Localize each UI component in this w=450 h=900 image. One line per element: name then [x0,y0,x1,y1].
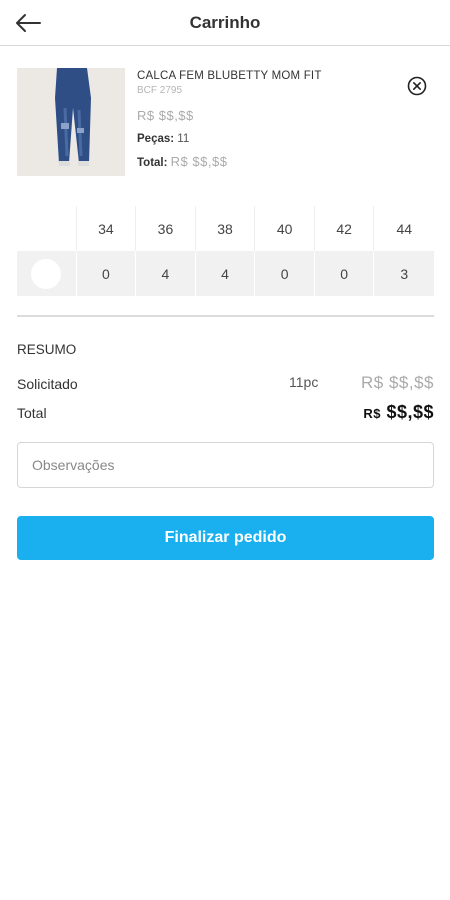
item-total-label: Total: [137,157,168,169]
close-circle-icon[interactable] [407,76,427,96]
requested-value: R$ $$,$$ [361,373,434,392]
color-cell [17,251,77,296]
size-header: 40 [255,206,315,251]
page-title: Carrinho [189,13,261,32]
product-total: Total: R$ $$,$$ [137,154,397,169]
summary-total-row: Total R$ $$,$$ [17,402,434,425]
total-value: $$,$$ [386,402,434,422]
summary-title: RESUMO [17,342,77,357]
product-info: CALCA FEM BLUBETTY MOM FIT BCF 2795 R$ $… [137,68,397,169]
size-header: 36 [136,206,196,251]
product-price: R$ $$,$$ [137,108,194,123]
product-quantity: Peças: 11 [137,133,397,145]
summary-requested-row: Solicitado 11pc R$ $$,$$ [17,373,434,394]
size-grid: 34 36 38 40 42 44 0 4 4 0 0 3 [17,206,435,296]
requested-pieces: 11pc [289,374,319,390]
size-header: 42 [314,206,375,251]
total-label: Total [17,405,47,421]
product-code: BCF 2795 [137,85,183,96]
item-total-value: R$ $$,$$ [170,154,228,169]
requested-label: Solicitado [17,376,78,392]
size-quantity[interactable]: 0 [76,251,137,296]
size-quantity[interactable]: 4 [195,251,256,296]
size-header: 38 [195,206,256,251]
notes-input[interactable] [17,442,434,488]
size-quantity[interactable]: 3 [374,251,435,296]
size-quantity[interactable]: 0 [314,251,375,296]
size-header-row: 34 36 38 40 42 44 [17,206,435,251]
size-header: 34 [76,206,137,251]
cart-item: CALCA FEM BLUBETTY MOM FIT BCF 2795 R$ $… [17,68,437,178]
checkout-button[interactable]: Finalizar pedido [17,516,434,560]
size-quantity[interactable]: 4 [136,251,196,296]
color-swatch [31,258,62,289]
quantity-value: 11 [177,133,190,145]
section-divider [17,315,434,317]
grid-corner [17,206,77,251]
product-image[interactable] [17,68,125,176]
size-header: 44 [374,206,435,251]
quantity-label: Peças: [137,133,175,145]
total-value-wrap: R$ $$,$$ [363,402,434,423]
product-name: CALCA FEM BLUBETTY MOM FIT [137,70,322,82]
total-currency: R$ [363,406,381,421]
size-quantity-row: 0 4 4 0 0 3 [17,251,435,296]
size-quantity[interactable]: 0 [255,251,315,296]
app-header: Carrinho [0,0,450,46]
